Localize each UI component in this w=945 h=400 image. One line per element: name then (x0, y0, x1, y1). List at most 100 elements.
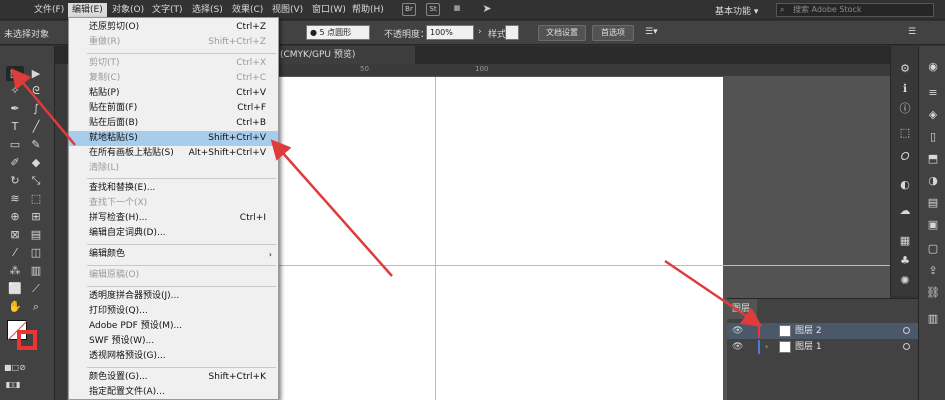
graphic-styles-icon[interactable]: ☁ (898, 204, 912, 218)
layer-target-icon[interactable] (903, 327, 910, 334)
mesh-tool-icon[interactable]: ⊠ (6, 227, 24, 242)
direct-selection-tool-icon[interactable]: ▶ (27, 66, 45, 81)
shaper-tool-icon[interactable]: ✐ (6, 155, 24, 170)
properties-icon[interactable]: ℹ (898, 82, 912, 96)
eye-icon[interactable]: 👁 (732, 323, 743, 339)
menu-file[interactable]: 文件(F) (30, 3, 68, 18)
paintbrush-icon[interactable]: ✎ (27, 137, 45, 152)
line-tool-icon[interactable]: ╱ (27, 119, 45, 134)
gear-icon[interactable]: ⚙ (898, 62, 912, 76)
menu-window[interactable]: 窗口(W) (308, 3, 350, 18)
gradient-panel-icon[interactable]: ▤ (926, 196, 940, 210)
layer-name[interactable]: 图层 1 (795, 339, 822, 355)
menu-type[interactable]: 文字(T) (148, 3, 187, 18)
pathfinder-icon[interactable]: ⬒ (926, 152, 940, 166)
preferences-button[interactable]: 首选项 (592, 25, 634, 41)
eraser-icon[interactable]: ◆ (27, 155, 45, 170)
eye-icon[interactable]: 👁 (732, 339, 743, 355)
layers-icon[interactable]: ◈ (926, 108, 940, 122)
blend-tool-icon[interactable]: ◫ (27, 245, 45, 260)
bridge-icon[interactable]: Br (402, 3, 416, 16)
eyedropper-icon[interactable]: ⁄ (6, 245, 24, 260)
gradient-tool-icon[interactable]: ▤ (27, 227, 45, 242)
menu-select[interactable]: 选择(S) (188, 3, 227, 18)
grid-icon[interactable]: ▦ (450, 3, 464, 16)
align-icon[interactable]: ☰▾ (645, 27, 658, 37)
appearance-icon[interactable]: ◐ (898, 178, 912, 192)
menu-view[interactable]: 视图(V) (268, 3, 307, 18)
menu-item-swf-presets[interactable]: SWF 预设(W)... (69, 334, 278, 349)
symbol-sprayer-icon[interactable]: ⁂ (6, 263, 24, 278)
menu-item-assign-profile[interactable]: 指定配置文件(A)... (69, 385, 278, 400)
brushes-icon[interactable]: ✺ (898, 274, 912, 288)
stock-icon[interactable]: St (426, 3, 440, 16)
swatches-icon[interactable]: ▦ (898, 234, 912, 248)
workspace-switcher[interactable]: 基本功能 ▾ (715, 4, 758, 17)
draw-mode-icon[interactable]: ◧◨ (4, 377, 22, 392)
layer-target-icon[interactable] (903, 343, 910, 350)
rotate-tool-icon[interactable]: ↻ (6, 173, 24, 188)
menu-item-spell-check[interactable]: 拼写检查(H)... Ctrl+I (69, 211, 278, 226)
transform-icon[interactable]: ⬚ (898, 126, 912, 140)
document-setup-button[interactable]: 文档设置 (538, 25, 586, 41)
links-icon[interactable]: ⛓ (926, 286, 940, 300)
glyph-icon[interactable]: 𝑂 (898, 150, 912, 164)
menu-item-paste[interactable]: 粘贴(P) Ctrl+V (69, 86, 278, 101)
info-icon[interactable]: ⓘ (898, 102, 912, 116)
menu-item-paste-on-all-artboards[interactable]: 在所有画板上粘贴(S) Alt+Shift+Ctrl+V (69, 146, 278, 161)
color-icon[interactable]: ◉ (926, 60, 940, 74)
asset-export-icon[interactable]: ⇪ (926, 264, 940, 278)
opacity-input[interactable]: 100% (426, 25, 474, 40)
menu-item-color-settings[interactable]: 颜色设置(G)... Shift+Ctrl+K (69, 370, 278, 385)
libraries-icon[interactable]: ▥ (926, 312, 940, 326)
shape-builder-icon[interactable]: ⊕ (6, 209, 24, 224)
opacity-arrow-icon[interactable]: › (478, 27, 482, 37)
menu-item-edit-colors[interactable]: 编辑颜色 › (69, 247, 278, 262)
type-tool-icon[interactable]: T (6, 119, 24, 134)
menu-item-paste-in-back[interactable]: 贴在后面(B) Ctrl+B (69, 116, 278, 131)
transparency-icon[interactable]: ◑ (926, 174, 940, 188)
scale-tool-icon[interactable]: ⤡ (27, 173, 45, 188)
layers-tab[interactable]: 图层 (727, 299, 757, 319)
hand-tool-icon[interactable]: ✋ (6, 299, 24, 314)
free-transform-icon[interactable]: ⬚ (27, 191, 45, 206)
menu-effect[interactable]: 效果(C) (228, 3, 267, 18)
menu-item-perspective-grid-presets[interactable]: 透视网格预设(G)... (69, 349, 278, 364)
style-swatch[interactable] (505, 25, 519, 40)
menu-item-flattener-presets[interactable]: 透明度拼合器预设(J)... (69, 289, 278, 304)
color-mode-icon[interactable]: ■□⊘ (4, 360, 26, 375)
stock-search-input[interactable]: ⌕ 搜索 Adobe Stock (776, 3, 934, 17)
stroke-icon[interactable]: ≡ (926, 86, 940, 100)
document-tab[interactable]: (CMYK/GPU 预览) (275, 46, 415, 64)
panel-menu-icon[interactable]: ☰ (908, 27, 916, 37)
menu-item-find-replace[interactable]: 查找和替换(E)... (69, 181, 278, 196)
expand-arrow-icon[interactable]: › (765, 339, 768, 355)
send-icon[interactable]: ➤ (480, 3, 494, 16)
stroke-profile-select[interactable]: ● 5 点圆形 (306, 25, 370, 40)
lasso-icon[interactable]: ᘓ (27, 83, 45, 98)
width-tool-icon[interactable]: ≋ (6, 191, 24, 206)
menu-help[interactable]: 帮助(H) (348, 3, 388, 18)
menu-object[interactable]: 对象(O) (108, 3, 148, 18)
layer-name[interactable]: 图层 2 (795, 323, 822, 339)
artboard[interactable] (278, 77, 723, 400)
menu-item-undo-cut[interactable]: 还原剪切(O) Ctrl+Z (69, 20, 278, 35)
rectangle-tool-icon[interactable]: ▭ (6, 137, 24, 152)
magic-wand-icon[interactable]: ✧ (6, 83, 24, 98)
slice-tool-icon[interactable]: ⟋ (27, 281, 45, 296)
menu-item-paste-in-place[interactable]: 就地粘贴(S) Shift+Ctrl+V (69, 131, 278, 146)
layer-row[interactable]: 👁 › 图层 1 (727, 339, 918, 355)
stroke-swatch[interactable] (17, 330, 37, 350)
artboard-tool-icon[interactable]: ⬜ (6, 281, 24, 296)
menu-item-edit-dictionary[interactable]: 编辑自定词典(D)... (69, 226, 278, 241)
zoom-tool-icon[interactable]: ⌕ (27, 299, 45, 314)
menu-item-paste-in-front[interactable]: 贴在前面(F) Ctrl+F (69, 101, 278, 116)
graph-tool-icon[interactable]: ▥ (27, 263, 45, 278)
selection-tool-icon[interactable]: ▷ (6, 66, 24, 81)
layer-row[interactable]: 👁 图层 2 (727, 323, 918, 339)
curvature-tool-icon[interactable]: ∫ (27, 101, 45, 116)
artboards-icon[interactable]: ▢ (926, 242, 940, 256)
image-trace-icon[interactable]: ▣ (926, 218, 940, 232)
pen-tool-icon[interactable]: ✒ (6, 101, 24, 116)
menu-item-print-presets[interactable]: 打印预设(Q)... (69, 304, 278, 319)
